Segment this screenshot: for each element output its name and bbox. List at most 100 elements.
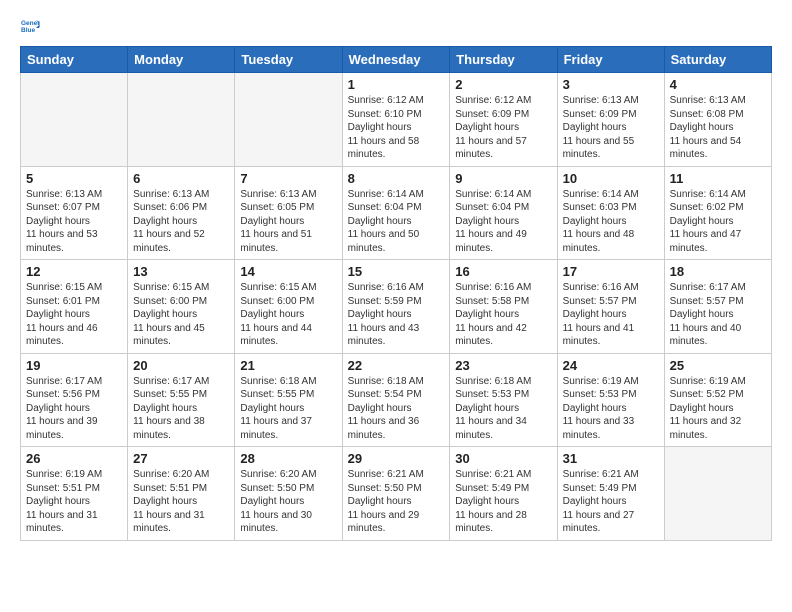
cell-info: Sunrise: 6:18 AMSunset: 5:53 PMDaylight … (455, 375, 551, 443)
cell-info: Sunrise: 6:19 AMSunset: 5:51 PMDaylight … (26, 468, 122, 536)
cell-info: Sunrise: 6:18 AMSunset: 5:54 PMDaylight … (348, 375, 445, 443)
cell-info: Sunrise: 6:13 AMSunset: 6:06 PMDaylight … (133, 188, 229, 256)
day-number: 23 (455, 358, 551, 373)
cell-info: Sunrise: 6:15 AMSunset: 6:01 PMDaylight … (26, 281, 122, 349)
day-number: 19 (26, 358, 122, 373)
logo: General Blue (20, 16, 44, 36)
cell-info: Sunrise: 6:13 AMSunset: 6:09 PMDaylight … (563, 94, 659, 162)
day-number: 24 (563, 358, 659, 373)
calendar-week-row: 5 Sunrise: 6:13 AMSunset: 6:07 PMDayligh… (21, 166, 772, 260)
day-number: 28 (240, 451, 336, 466)
calendar-cell: 23 Sunrise: 6:18 AMSunset: 5:53 PMDaylig… (450, 353, 557, 447)
calendar-cell: 26 Sunrise: 6:19 AMSunset: 5:51 PMDaylig… (21, 447, 128, 541)
calendar-cell: 19 Sunrise: 6:17 AMSunset: 5:56 PMDaylig… (21, 353, 128, 447)
calendar-cell: 21 Sunrise: 6:18 AMSunset: 5:55 PMDaylig… (235, 353, 342, 447)
calendar-cell: 12 Sunrise: 6:15 AMSunset: 6:01 PMDaylig… (21, 260, 128, 354)
day-number: 7 (240, 171, 336, 186)
svg-text:Blue: Blue (21, 27, 35, 34)
day-number: 12 (26, 264, 122, 279)
cell-info: Sunrise: 6:21 AMSunset: 5:49 PMDaylight … (455, 468, 551, 536)
calendar-cell: 20 Sunrise: 6:17 AMSunset: 5:55 PMDaylig… (128, 353, 235, 447)
day-number: 20 (133, 358, 229, 373)
day-number: 27 (133, 451, 229, 466)
calendar-cell: 2 Sunrise: 6:12 AMSunset: 6:09 PMDayligh… (450, 73, 557, 167)
cell-info: Sunrise: 6:20 AMSunset: 5:51 PMDaylight … (133, 468, 229, 536)
calendar-cell: 24 Sunrise: 6:19 AMSunset: 5:53 PMDaylig… (557, 353, 664, 447)
cell-info: Sunrise: 6:15 AMSunset: 6:00 PMDaylight … (133, 281, 229, 349)
logo-icon: General Blue (20, 16, 40, 36)
cell-info: Sunrise: 6:18 AMSunset: 5:55 PMDaylight … (240, 375, 336, 443)
day-number: 4 (670, 77, 766, 92)
calendar-cell: 8 Sunrise: 6:14 AMSunset: 6:04 PMDayligh… (342, 166, 450, 260)
calendar-cell: 28 Sunrise: 6:20 AMSunset: 5:50 PMDaylig… (235, 447, 342, 541)
cell-info: Sunrise: 6:17 AMSunset: 5:55 PMDaylight … (133, 375, 229, 443)
cell-info: Sunrise: 6:14 AMSunset: 6:04 PMDaylight … (455, 188, 551, 256)
cell-info: Sunrise: 6:14 AMSunset: 6:03 PMDaylight … (563, 188, 659, 256)
calendar-cell: 22 Sunrise: 6:18 AMSunset: 5:54 PMDaylig… (342, 353, 450, 447)
calendar-cell: 11 Sunrise: 6:14 AMSunset: 6:02 PMDaylig… (664, 166, 771, 260)
cell-info: Sunrise: 6:14 AMSunset: 6:02 PMDaylight … (670, 188, 766, 256)
calendar-cell: 5 Sunrise: 6:13 AMSunset: 6:07 PMDayligh… (21, 166, 128, 260)
cell-info: Sunrise: 6:19 AMSunset: 5:52 PMDaylight … (670, 375, 766, 443)
calendar-cell: 27 Sunrise: 6:20 AMSunset: 5:51 PMDaylig… (128, 447, 235, 541)
calendar-cell: 14 Sunrise: 6:15 AMSunset: 6:00 PMDaylig… (235, 260, 342, 354)
calendar-cell: 31 Sunrise: 6:21 AMSunset: 5:49 PMDaylig… (557, 447, 664, 541)
cell-info: Sunrise: 6:17 AMSunset: 5:56 PMDaylight … (26, 375, 122, 443)
cell-info: Sunrise: 6:17 AMSunset: 5:57 PMDaylight … (670, 281, 766, 349)
cell-info: Sunrise: 6:16 AMSunset: 5:58 PMDaylight … (455, 281, 551, 349)
day-number: 10 (563, 171, 659, 186)
calendar-cell: 9 Sunrise: 6:14 AMSunset: 6:04 PMDayligh… (450, 166, 557, 260)
cell-info: Sunrise: 6:14 AMSunset: 6:04 PMDaylight … (348, 188, 445, 256)
day-number: 13 (133, 264, 229, 279)
day-number: 6 (133, 171, 229, 186)
calendar-cell: 17 Sunrise: 6:16 AMSunset: 5:57 PMDaylig… (557, 260, 664, 354)
cell-info: Sunrise: 6:21 AMSunset: 5:50 PMDaylight … (348, 468, 445, 536)
calendar-cell: 29 Sunrise: 6:21 AMSunset: 5:50 PMDaylig… (342, 447, 450, 541)
day-number: 30 (455, 451, 551, 466)
cell-info: Sunrise: 6:15 AMSunset: 6:00 PMDaylight … (240, 281, 336, 349)
weekday-header: Thursday (450, 47, 557, 73)
calendar-cell: 7 Sunrise: 6:13 AMSunset: 6:05 PMDayligh… (235, 166, 342, 260)
day-number: 21 (240, 358, 336, 373)
day-number: 9 (455, 171, 551, 186)
calendar-cell: 4 Sunrise: 6:13 AMSunset: 6:08 PMDayligh… (664, 73, 771, 167)
cell-info: Sunrise: 6:13 AMSunset: 6:07 PMDaylight … (26, 188, 122, 256)
calendar-cell: 15 Sunrise: 6:16 AMSunset: 5:59 PMDaylig… (342, 260, 450, 354)
day-number: 14 (240, 264, 336, 279)
weekday-header-row: SundayMondayTuesdayWednesdayThursdayFrid… (21, 47, 772, 73)
calendar-table: SundayMondayTuesdayWednesdayThursdayFrid… (20, 46, 772, 541)
day-number: 15 (348, 264, 445, 279)
calendar-cell (235, 73, 342, 167)
cell-info: Sunrise: 6:13 AMSunset: 6:05 PMDaylight … (240, 188, 336, 256)
calendar-cell: 6 Sunrise: 6:13 AMSunset: 6:06 PMDayligh… (128, 166, 235, 260)
calendar-cell: 13 Sunrise: 6:15 AMSunset: 6:00 PMDaylig… (128, 260, 235, 354)
calendar-cell (21, 73, 128, 167)
weekday-header: Saturday (664, 47, 771, 73)
day-number: 31 (563, 451, 659, 466)
calendar-cell: 30 Sunrise: 6:21 AMSunset: 5:49 PMDaylig… (450, 447, 557, 541)
cell-info: Sunrise: 6:20 AMSunset: 5:50 PMDaylight … (240, 468, 336, 536)
day-number: 17 (563, 264, 659, 279)
day-number: 5 (26, 171, 122, 186)
cell-info: Sunrise: 6:12 AMSunset: 6:10 PMDaylight … (348, 94, 445, 162)
day-number: 11 (670, 171, 766, 186)
calendar-cell: 18 Sunrise: 6:17 AMSunset: 5:57 PMDaylig… (664, 260, 771, 354)
cell-info: Sunrise: 6:16 AMSunset: 5:57 PMDaylight … (563, 281, 659, 349)
cell-info: Sunrise: 6:21 AMSunset: 5:49 PMDaylight … (563, 468, 659, 536)
calendar-cell: 25 Sunrise: 6:19 AMSunset: 5:52 PMDaylig… (664, 353, 771, 447)
cell-info: Sunrise: 6:19 AMSunset: 5:53 PMDaylight … (563, 375, 659, 443)
day-number: 16 (455, 264, 551, 279)
day-number: 3 (563, 77, 659, 92)
page-header: General Blue (20, 16, 772, 36)
weekday-header: Tuesday (235, 47, 342, 73)
day-number: 1 (348, 77, 445, 92)
day-number: 26 (26, 451, 122, 466)
day-number: 8 (348, 171, 445, 186)
day-number: 22 (348, 358, 445, 373)
calendar-page: General Blue SundayMondayTuesdayWednesda… (0, 0, 792, 612)
calendar-cell: 1 Sunrise: 6:12 AMSunset: 6:10 PMDayligh… (342, 73, 450, 167)
weekday-header: Wednesday (342, 47, 450, 73)
weekday-header: Monday (128, 47, 235, 73)
day-number: 18 (670, 264, 766, 279)
cell-info: Sunrise: 6:16 AMSunset: 5:59 PMDaylight … (348, 281, 445, 349)
